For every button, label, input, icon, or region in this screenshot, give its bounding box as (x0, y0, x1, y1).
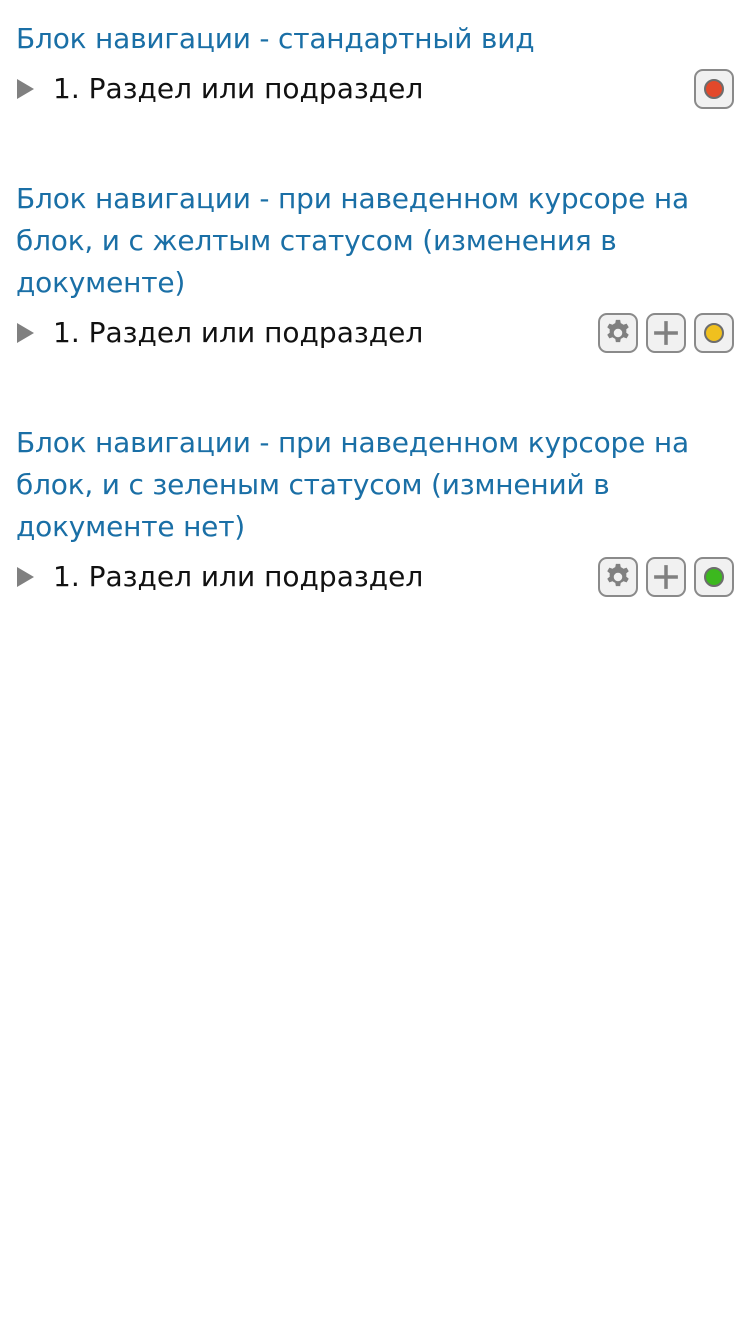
gear-icon (607, 319, 629, 343)
nav-item-actions (598, 313, 734, 353)
status-dot-icon (704, 79, 724, 99)
section-title: Блок навигации - стандартный вид (16, 22, 535, 55)
section-title-line: документе нет) (16, 510, 246, 543)
section-title-line: Блок навигации - при наведенном курсоре … (16, 426, 689, 459)
section-title-line: Блок навигации - при наведенном курсоре … (16, 182, 689, 215)
expand-triangle-icon[interactable] (17, 567, 34, 587)
plus-icon (654, 565, 678, 589)
nav-item-label[interactable]: 1. Раздел или подраздел (53, 307, 423, 359)
section-title: Блок навигации - при наведенном курсоре … (16, 422, 734, 548)
nav-item-row[interactable]: 1. Раздел или подраздел (16, 63, 734, 115)
nav-item-actions (598, 557, 734, 597)
section-title-line: блок, и с желтым статусом (изменения в (16, 224, 617, 257)
section-title-line: документе) (16, 266, 186, 299)
status-dot-icon (704, 323, 724, 343)
status-button[interactable] (694, 557, 734, 597)
nav-block-standard-section: Блок навигации - стандартный вид 1. Разд… (16, 18, 734, 115)
nav-item-row[interactable]: 1. Раздел или подраздел (16, 307, 734, 359)
nav-block-hover-green-section: Блок навигации - при наведенном курсоре … (16, 422, 734, 603)
settings-button[interactable] (598, 557, 638, 597)
settings-button[interactable] (598, 313, 638, 353)
status-button[interactable] (694, 313, 734, 353)
status-dot-icon (704, 567, 724, 587)
section-title: Блок навигации - при наведенном курсоре … (16, 178, 734, 304)
add-button[interactable] (646, 557, 686, 597)
nav-item-label[interactable]: 1. Раздел или подраздел (53, 551, 423, 603)
nav-item-row[interactable]: 1. Раздел или подраздел (16, 551, 734, 603)
nav-item-label[interactable]: 1. Раздел или подраздел (53, 63, 423, 115)
expand-triangle-icon[interactable] (17, 79, 34, 99)
gear-icon (607, 563, 629, 587)
nav-item-actions (694, 69, 734, 109)
expand-triangle-icon[interactable] (17, 323, 34, 343)
status-button[interactable] (694, 69, 734, 109)
section-title-line: блок, и с зеленым статусом (измнений в (16, 468, 610, 501)
plus-icon (654, 321, 678, 345)
nav-block-hover-yellow-section: Блок навигации - при наведенном курсоре … (16, 178, 734, 359)
add-button[interactable] (646, 313, 686, 353)
